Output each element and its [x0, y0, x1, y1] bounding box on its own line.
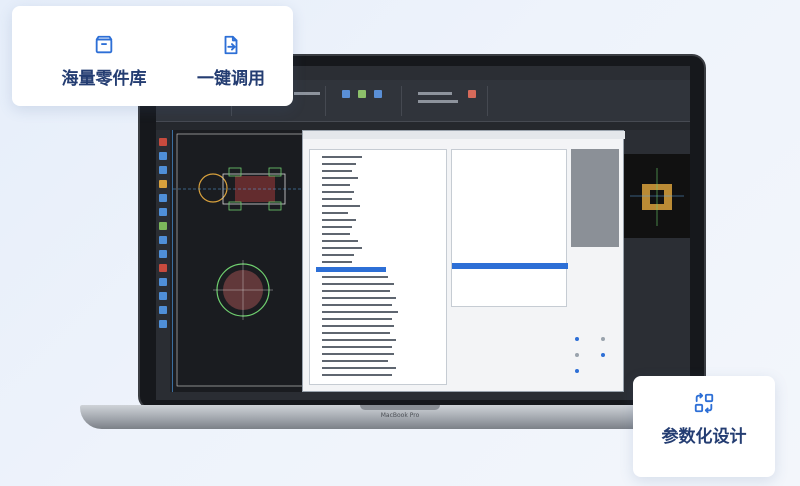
one-key-call-label: 一键调用: [197, 69, 265, 89]
exchange-icon: [694, 392, 714, 414]
laptop-notch: [360, 405, 440, 410]
box-icon: [95, 35, 113, 54]
dialog-options: [571, 331, 619, 385]
parts-library-label: 海量零件库: [61, 69, 147, 89]
laptop-brand: MacBook Pro: [380, 412, 420, 419]
document-arrow-icon: [224, 35, 238, 55]
dialog-titlebar: [303, 131, 625, 139]
dialog-preview-area: [571, 149, 619, 247]
app-statusbar: [156, 392, 690, 400]
feature-card-left: 海量零件库 一键调用: [12, 6, 293, 106]
left-toolbar: [156, 130, 170, 392]
parametric-design-feature[interactable]: 参数化设计: [633, 392, 775, 447]
part-preview: [624, 154, 690, 238]
parts-tree: [309, 149, 447, 385]
laptop-screen: [156, 66, 690, 400]
parameter-table: [451, 149, 568, 307]
one-key-call-feature[interactable]: 一键调用: [179, 34, 283, 89]
parts-library-dialog: [302, 130, 625, 392]
parametric-design-label: 参数化设计: [661, 427, 747, 447]
drawing-tabs: [156, 122, 690, 130]
feature-card-right: 参数化设计: [633, 376, 775, 477]
cad-drawing: [173, 133, 313, 387]
parts-library-feature[interactable]: 海量零件库: [48, 34, 160, 89]
selected-row-highlight: [452, 263, 568, 269]
